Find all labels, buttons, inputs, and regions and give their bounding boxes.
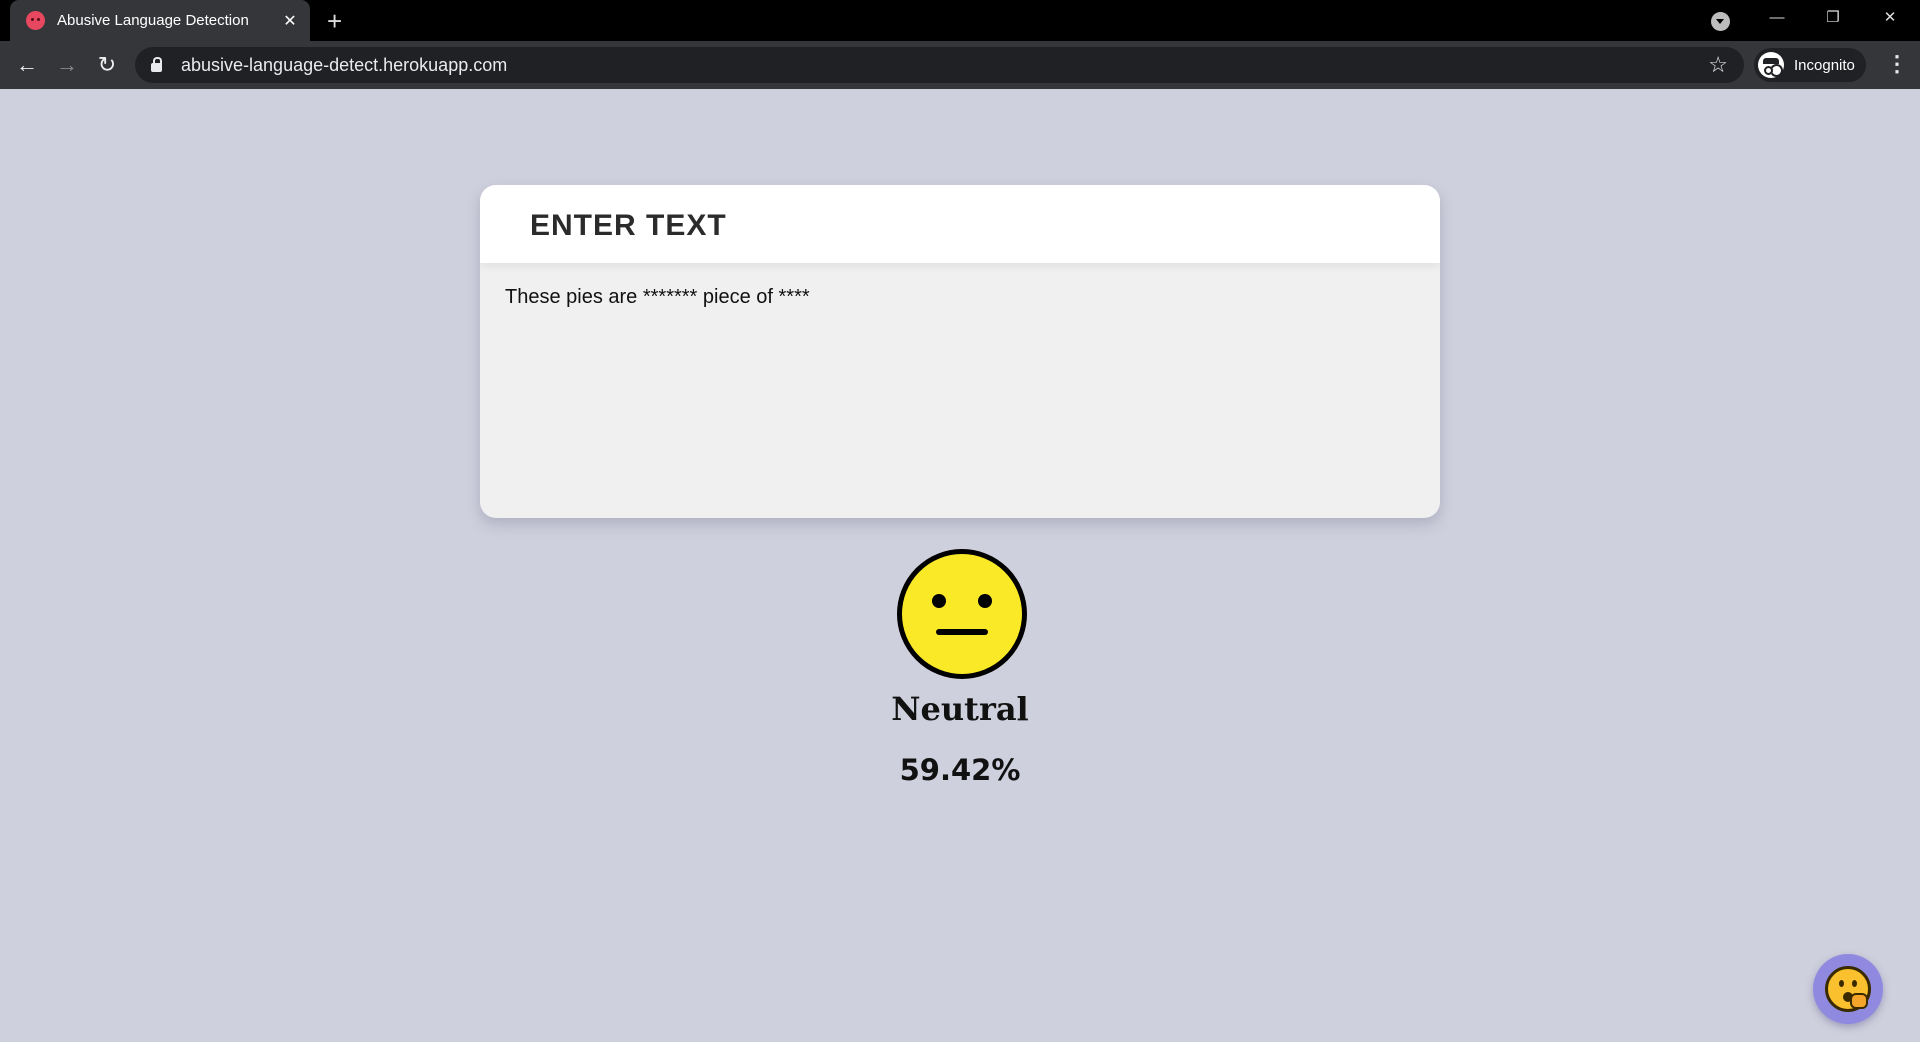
url-text[interactable]: abusive-language-detect.herokuapp.com — [181, 55, 1708, 76]
reload-icon[interactable]: ↻ — [92, 50, 122, 80]
browser-tab-bar: Abusive Language Detection ✕ + — ❐ ✕ — [0, 0, 1920, 41]
incognito-icon — [1758, 52, 1784, 78]
bookmark-star-icon[interactable]: ☆ — [1708, 52, 1728, 78]
address-bar[interactable]: abusive-language-detect.herokuapp.com ☆ — [135, 47, 1744, 83]
browser-tab[interactable]: Abusive Language Detection ✕ — [10, 0, 310, 41]
text-input[interactable]: These pies are ******* piece of **** — [480, 263, 1440, 518]
browser-toolbar: ← → ↻ abusive-language-detect.herokuapp.… — [0, 41, 1920, 89]
right-eye — [978, 594, 992, 608]
mouth — [936, 629, 988, 635]
close-tab-icon[interactable]: ✕ — [280, 11, 300, 31]
minimize-icon[interactable]: — — [1757, 5, 1797, 31]
left-eye — [932, 594, 946, 608]
card-header: ENTER TEXT — [480, 185, 1440, 263]
lock-icon — [151, 57, 162, 72]
tab-title: Abusive Language Detection — [57, 12, 249, 29]
close-window-icon[interactable]: ✕ — [1870, 5, 1910, 31]
tab-search-icon[interactable] — [1711, 12, 1730, 31]
restore-icon[interactable]: ❐ — [1813, 5, 1853, 31]
forward-icon[interactable]: → — [52, 50, 82, 80]
new-tab-icon[interactable]: + — [327, 4, 342, 38]
shushing-face-icon — [1825, 966, 1871, 1012]
browser-menu-icon[interactable]: ⋮ — [1886, 52, 1908, 76]
incognito-label: Incognito — [1794, 56, 1855, 74]
site-favicon-icon — [26, 11, 45, 30]
back-icon[interactable]: ← — [12, 50, 42, 80]
neutral-face-icon — [897, 549, 1027, 679]
text-entry-card: ENTER TEXT These pies are ******* piece … — [480, 185, 1440, 518]
result-score: 59.42% — [899, 753, 1021, 787]
card-title: ENTER TEXT — [530, 209, 727, 242]
floating-emoji-button[interactable] — [1813, 954, 1883, 1024]
incognito-profile-button[interactable]: Incognito — [1754, 48, 1866, 82]
result-label: Neutral — [891, 690, 1029, 728]
